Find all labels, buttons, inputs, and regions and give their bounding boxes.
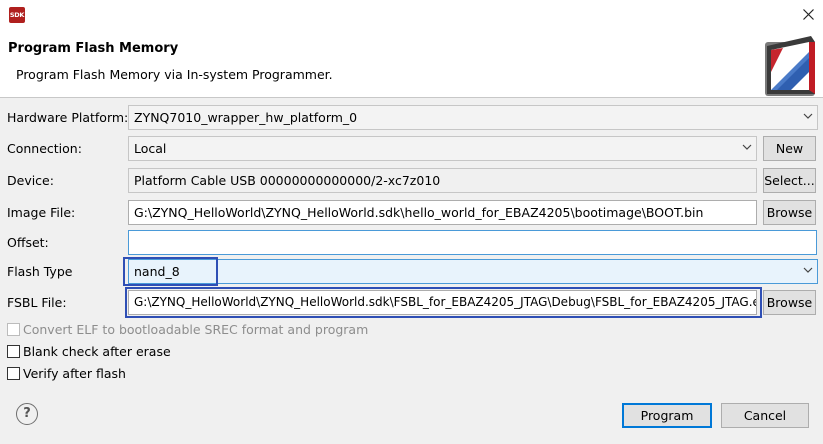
offset-label: Offset: — [7, 235, 49, 250]
convert-elf-checkbox: Convert ELF to bootloadable SREC format … — [7, 322, 368, 337]
hardware-platform-select[interactable]: ZYNQ7010_wrapper_hw_platform_0 — [128, 105, 818, 130]
image-file-value: G:\ZYNQ_HelloWorld\ZYNQ_HelloWorld.sdk\h… — [134, 205, 704, 220]
dialog-subtitle: Program Flash Memory via In-system Progr… — [16, 67, 333, 82]
checkbox-box — [7, 323, 20, 336]
dialog-title: Program Flash Memory — [8, 41, 179, 56]
image-file-label: Image File: — [7, 205, 76, 220]
fsbl-file-label: FSBL File: — [7, 295, 67, 310]
new-connection-button[interactable]: New — [763, 136, 816, 161]
blank-check-label: Blank check after erase — [23, 344, 171, 359]
chevron-down-icon — [742, 144, 752, 150]
fsbl-file-input[interactable]: G:\ZYNQ_HelloWorld\ZYNQ_HelloWorld.sdk\F… — [128, 290, 757, 315]
hardware-platform-value: ZYNQ7010_wrapper_hw_platform_0 — [134, 110, 358, 125]
offset-input[interactable] — [128, 230, 817, 255]
connection-value: Local — [134, 141, 167, 156]
device-value: Platform Cable USB 00000000000000/2-xc7z… — [134, 173, 441, 188]
flash-type-select[interactable]: nand_8 — [128, 259, 818, 284]
browse-fsbl-button[interactable]: Browse — [763, 290, 816, 315]
title-bar: SDK — [0, 0, 823, 30]
help-icon[interactable]: ? — [16, 403, 38, 425]
chevron-down-icon — [803, 113, 813, 119]
connection-select[interactable]: Local — [128, 136, 757, 161]
close-button[interactable] — [793, 0, 823, 30]
hardware-platform-label: Hardware Platform: — [7, 110, 129, 125]
chevron-down-icon — [803, 267, 813, 273]
browse-image-button[interactable]: Browse — [763, 200, 816, 225]
select-device-button[interactable]: Select... — [763, 168, 816, 193]
connection-label: Connection: — [7, 141, 82, 156]
flash-type-value: nand_8 — [134, 264, 180, 279]
image-file-input[interactable]: G:\ZYNQ_HelloWorld\ZYNQ_HelloWorld.sdk\h… — [128, 200, 757, 225]
fsbl-file-value: G:\ZYNQ_HelloWorld\ZYNQ_HelloWorld.sdk\F… — [134, 295, 757, 309]
device-label: Device: — [7, 173, 54, 188]
checkbox-box — [7, 345, 20, 358]
blank-check-checkbox[interactable]: Blank check after erase — [7, 344, 171, 359]
flash-memory-logo-icon — [765, 36, 815, 96]
program-flash-dialog: SDK Program Flash Memory Program Flash M… — [0, 0, 823, 444]
cancel-button[interactable]: Cancel — [721, 403, 809, 428]
checkbox-box — [7, 367, 20, 380]
convert-elf-label: Convert ELF to bootloadable SREC format … — [23, 322, 369, 337]
sdk-app-icon: SDK — [9, 7, 25, 23]
verify-label: Verify after flash — [23, 366, 126, 381]
flash-type-label: Flash Type — [7, 264, 73, 279]
program-button[interactable]: Program — [622, 403, 712, 428]
device-field: Platform Cable USB 00000000000000/2-xc7z… — [128, 168, 757, 193]
header-banner: Program Flash Memory Program Flash Memor… — [0, 30, 823, 98]
close-icon — [802, 9, 814, 20]
verify-checkbox[interactable]: Verify after flash — [7, 366, 126, 381]
